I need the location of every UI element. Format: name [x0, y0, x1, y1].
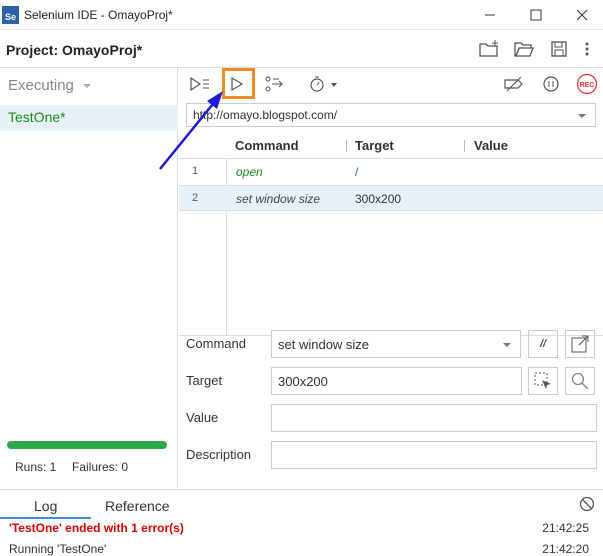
clear-log-button[interactable] [579, 496, 595, 515]
close-icon [576, 9, 588, 21]
project-title: Project: OmayoProj* [6, 42, 142, 58]
minimize-button[interactable] [470, 4, 510, 26]
description-input[interactable] [271, 441, 597, 469]
pause-icon [543, 76, 559, 92]
selenium-app-icon: Se [2, 6, 19, 24]
log-timestamp: 21:42:25 [542, 521, 589, 535]
search-icon [571, 372, 589, 390]
failures-count: Failures: 0 [72, 460, 129, 474]
save-project-button[interactable] [548, 38, 570, 60]
maximize-icon [530, 9, 542, 21]
mode-label: Executing [8, 77, 74, 94]
close-button[interactable] [562, 4, 602, 26]
row-target: / [355, 165, 359, 179]
find-target-button[interactable] [565, 367, 595, 395]
project-name[interactable]: OmayoProj* [62, 42, 142, 58]
window-title: Selenium IDE - OmayoProj* [24, 8, 173, 22]
comment-out-button[interactable]: // [528, 330, 558, 358]
disable-breakpoints-button[interactable] [501, 72, 527, 96]
sidebar-item-test[interactable]: TestOne* [0, 105, 178, 131]
row-number: 1 [192, 165, 199, 177]
project-label: Project: [6, 42, 59, 58]
table-row[interactable]: 2 set window size 300x200 [179, 185, 603, 211]
title-bar: Se Selenium IDE - OmayoProj* [0, 0, 603, 30]
row-command: set window size [236, 192, 321, 206]
external-link-icon [571, 335, 589, 353]
save-icon [551, 41, 567, 57]
base-url-dropdown[interactable]: http://omayo.blogspot.com/ [186, 103, 596, 127]
value-input[interactable] [271, 404, 597, 432]
row-target: 300x200 [355, 192, 402, 206]
target-input[interactable]: 300x200 [271, 367, 522, 395]
mode-dropdown[interactable]: Executing [8, 77, 92, 94]
column-divider [464, 140, 465, 152]
maximize-button[interactable] [516, 4, 556, 26]
tab-reference[interactable]: Reference [105, 498, 170, 514]
command-table: Command Target Value 1 open / 2 set wind… [179, 133, 603, 336]
column-header-target: Target [355, 138, 394, 153]
chevron-down-icon [503, 343, 511, 347]
minimize-icon [485, 14, 495, 16]
clear-icon [579, 496, 595, 512]
stopwatch-icon [310, 76, 337, 92]
open-folder-icon [514, 42, 534, 57]
column-divider [346, 140, 347, 152]
record-button[interactable]: REC [574, 72, 600, 96]
step-over-button[interactable] [261, 72, 287, 96]
row-command: open [236, 165, 263, 179]
test-speed-button[interactable] [304, 72, 344, 96]
select-element-icon [534, 372, 551, 389]
open-reference-button[interactable] [565, 330, 595, 358]
value-label: Value [186, 410, 219, 425]
chevron-down-icon [83, 84, 92, 88]
runs-count: Runs: 1 [15, 460, 57, 474]
pause-on-exceptions-button[interactable] [538, 72, 564, 96]
target-value: 300x200 [278, 374, 328, 389]
new-project-button[interactable] [478, 38, 500, 60]
column-header-command: Command [235, 138, 299, 153]
column-header-value: Value [474, 138, 508, 153]
command-value: set window size [278, 337, 370, 352]
command-label: Command [186, 336, 246, 351]
table-header: Command Target Value [179, 133, 603, 159]
chevron-down-icon [578, 114, 586, 118]
tab-log[interactable]: Log [34, 498, 57, 514]
sidebar: Executing TestOne* Runs: 1 Failures: 0 [0, 68, 178, 488]
new-folder-icon [479, 40, 498, 57]
description-label: Description [186, 447, 252, 462]
table-row[interactable]: 1 open / [179, 159, 603, 185]
run-progress-bar [7, 441, 167, 449]
more-menu-button[interactable] [576, 38, 598, 60]
breakpoint-off-icon [504, 76, 523, 92]
open-project-button[interactable] [513, 38, 535, 60]
log-entry: Running 'TestOne' [9, 542, 107, 556]
bottom-panel: Log Reference 'TestOne' ended with 1 err… [0, 489, 603, 556]
record-label: REC [580, 82, 595, 89]
kebab-icon [585, 42, 589, 56]
command-select[interactable]: set window size [271, 330, 521, 358]
log-timestamp: 21:42:20 [542, 542, 589, 556]
step-over-icon [265, 76, 284, 92]
active-tab-indicator [0, 517, 91, 519]
target-label: Target [186, 373, 223, 388]
log-entry: 'TestOne' ended with 1 error(s) [9, 521, 184, 535]
row-number: 2 [192, 192, 199, 204]
select-target-button[interactable] [528, 367, 558, 395]
record-icon: REC [576, 73, 598, 95]
project-bar: Project: OmayoProj* [0, 30, 603, 68]
